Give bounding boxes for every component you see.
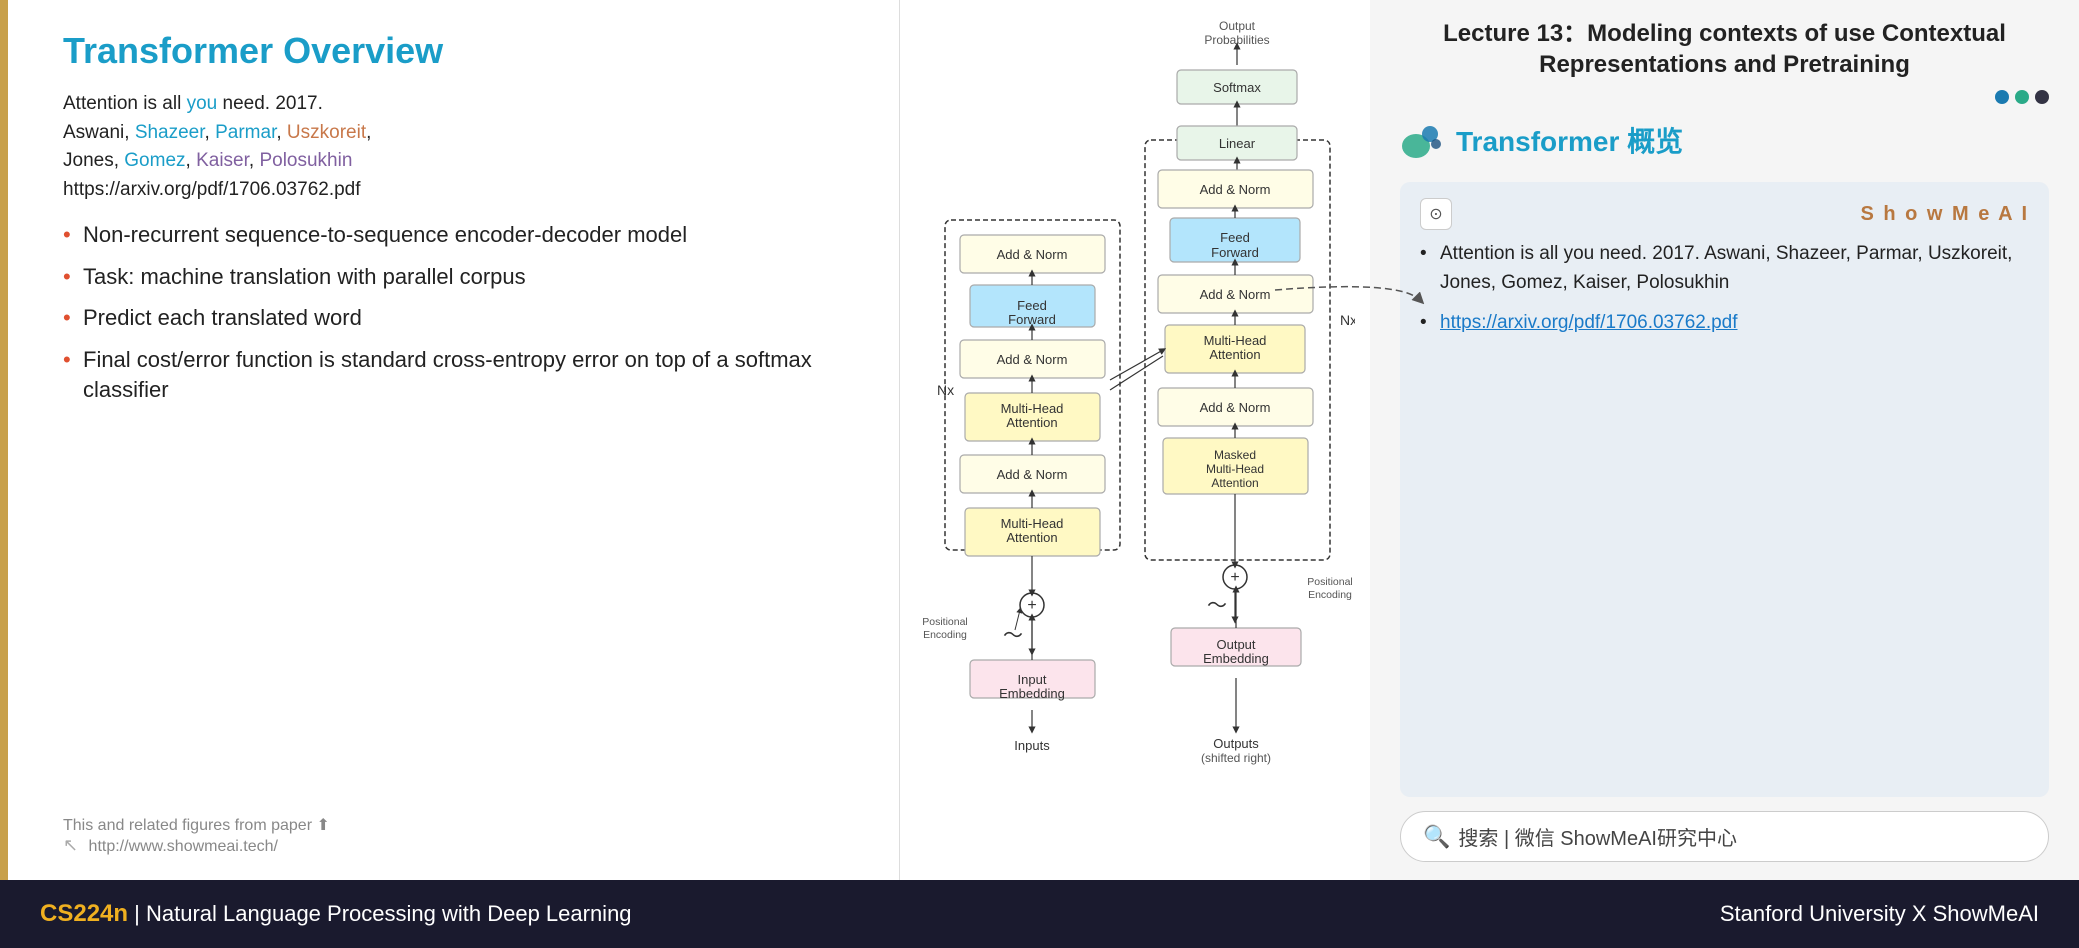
showmeai-card: ⊙ S h o w M e A I Attention is all you n…: [1400, 182, 2049, 797]
svg-text:Multi-Head: Multi-Head: [1206, 462, 1264, 476]
slide-footer: This and related figures from paper ⬆ ↖ …: [63, 815, 330, 856]
right-transformer-title: Transformer 概览: [1456, 120, 1683, 160]
transformer-icon: [1400, 118, 1444, 162]
svg-text:Probabilities: Probabilities: [1204, 33, 1269, 47]
cs-label: CS224n: [40, 900, 128, 927]
svg-text:Linear: Linear: [1219, 136, 1256, 151]
svg-text:Inputs: Inputs: [1014, 738, 1050, 753]
svg-text:〜: 〜: [1207, 595, 1227, 617]
svg-text:Feed: Feed: [1220, 230, 1250, 245]
svg-text:Nx: Nx: [937, 382, 954, 398]
header-dots: [1400, 90, 2049, 104]
bottom-bar: CS224n | Natural Language Processing wit…: [0, 880, 2079, 948]
body-line1: Attention is all you need. 2017.: [63, 93, 323, 114]
bullet-item-1: Non-recurrent sequence-to-sequence encod…: [63, 220, 859, 250]
diagram-area: Add & Norm Feed Forward Add & Norm Multi…: [900, 0, 1370, 880]
card-link[interactable]: https://arxiv.org/pdf/1706.03762.pdf: [1440, 312, 1738, 333]
svg-text:Outputs: Outputs: [1213, 736, 1259, 751]
svg-text:Attention: Attention: [1211, 476, 1258, 490]
svg-text:Multi-Head: Multi-Head: [1204, 333, 1267, 348]
svg-text:Embedding: Embedding: [999, 686, 1065, 701]
svg-text:Feed: Feed: [1017, 298, 1047, 313]
search-icon: 🔍: [1423, 824, 1450, 850]
bullet-list: Non-recurrent sequence-to-sequence encod…: [63, 220, 859, 404]
svg-text:Encoding: Encoding: [1308, 589, 1352, 601]
footer-link[interactable]: http://www.showmeai.tech/: [89, 838, 278, 855]
showmeai-badge-icon: ⊙: [1420, 198, 1452, 230]
search-bar[interactable]: 🔍 搜索 | 微信 ShowMeAI研究中心: [1400, 811, 2049, 862]
svg-text:Softmax: Softmax: [1213, 80, 1261, 95]
svg-text:Nx: Nx: [1340, 312, 1355, 328]
svg-text:Positional: Positional: [922, 616, 968, 628]
svg-text:Add & Norm: Add & Norm: [1200, 400, 1271, 415]
svg-text:+: +: [1230, 569, 1239, 586]
svg-text:Input: Input: [1018, 672, 1047, 687]
svg-text:Multi-Head: Multi-Head: [1001, 401, 1064, 416]
bottom-bar-left: CS224n | Natural Language Processing wit…: [40, 900, 632, 928]
bullet-item-2: Task: machine translation with parallel …: [63, 262, 859, 292]
svg-text:Positional: Positional: [1307, 576, 1353, 588]
search-text: 搜索 | 微信 ShowMeAI研究中心: [1458, 822, 1737, 851]
svg-text:Encoding: Encoding: [923, 629, 967, 641]
svg-text:〜: 〜: [1003, 625, 1023, 647]
svg-text:Forward: Forward: [1211, 245, 1259, 260]
dot-1: [1995, 90, 2009, 104]
body-url: https://arxiv.org/pdf/1706.03762.pdf: [63, 179, 361, 200]
course-name: Natural Language Processing with Deep Le…: [146, 901, 632, 926]
svg-text:Masked: Masked: [1214, 448, 1256, 462]
svg-text:Add & Norm: Add & Norm: [997, 247, 1068, 262]
showmeai-brand: S h o w M e A I: [1860, 203, 2029, 226]
svg-text:+: +: [1027, 597, 1036, 614]
diagram-svg: Add & Norm Feed Forward Add & Norm Multi…: [915, 10, 1355, 870]
svg-text:Attention: Attention: [1006, 530, 1057, 545]
svg-text:Add & Norm: Add & Norm: [1200, 182, 1271, 197]
svg-text:Multi-Head: Multi-Head: [1001, 516, 1064, 531]
svg-text:Attention: Attention: [1209, 347, 1260, 362]
slide-title: Transformer Overview: [63, 30, 859, 72]
card-bullet-2[interactable]: https://arxiv.org/pdf/1706.03762.pdf: [1420, 309, 2029, 338]
separator: |: [134, 901, 146, 926]
dot-2: [2015, 90, 2029, 104]
svg-text:(shifted right): (shifted right): [1201, 751, 1271, 765]
svg-text:Output: Output: [1219, 19, 1256, 33]
bullet-item-3: Predict each translated word: [63, 303, 859, 333]
bottom-bar-right: Stanford University X ShowMeAI: [1720, 901, 2039, 927]
body-line3: Jones, Gomez, Kaiser, Polosukhin: [63, 150, 352, 171]
cursor-icon: ↖: [63, 835, 78, 856]
svg-text:Attention: Attention: [1006, 415, 1057, 430]
svg-text:Forward: Forward: [1008, 312, 1056, 327]
card-header: ⊙ S h o w M e A I: [1420, 198, 2029, 230]
card-bullet-1: Attention is all you need. 2017. Aswani,…: [1420, 240, 2029, 297]
svg-text:Add & Norm: Add & Norm: [997, 467, 1068, 482]
card-bullet-list: Attention is all you need. 2017. Aswani,…: [1420, 240, 2029, 338]
right-panel: Lecture 13：Modeling contexts of use Cont…: [1370, 0, 2079, 880]
footer-note: This and related figures from paper ⬆: [63, 815, 330, 835]
footer-link-row: ↖ http://www.showmeai.tech/: [63, 835, 330, 856]
right-transformer-header: Transformer 概览: [1400, 118, 2049, 162]
svg-text:Embedding: Embedding: [1203, 651, 1269, 666]
lecture-title: Lecture 13：Modeling contexts of use Cont…: [1400, 18, 2049, 80]
bullet-item-4: Final cost/error function is standard cr…: [63, 345, 859, 404]
body-line2: Aswani, Shazeer, Parmar, Uszkoreit,: [63, 122, 371, 143]
slide-panel: Transformer Overview Attention is all yo…: [0, 0, 900, 880]
svg-text:Add & Norm: Add & Norm: [997, 352, 1068, 367]
slide-body-text: Attention is all you need. 2017. Aswani,…: [63, 90, 859, 204]
svg-text:Output: Output: [1216, 637, 1255, 652]
dot-3: [2035, 90, 2049, 104]
svg-text:Add & Norm: Add & Norm: [1200, 287, 1271, 302]
